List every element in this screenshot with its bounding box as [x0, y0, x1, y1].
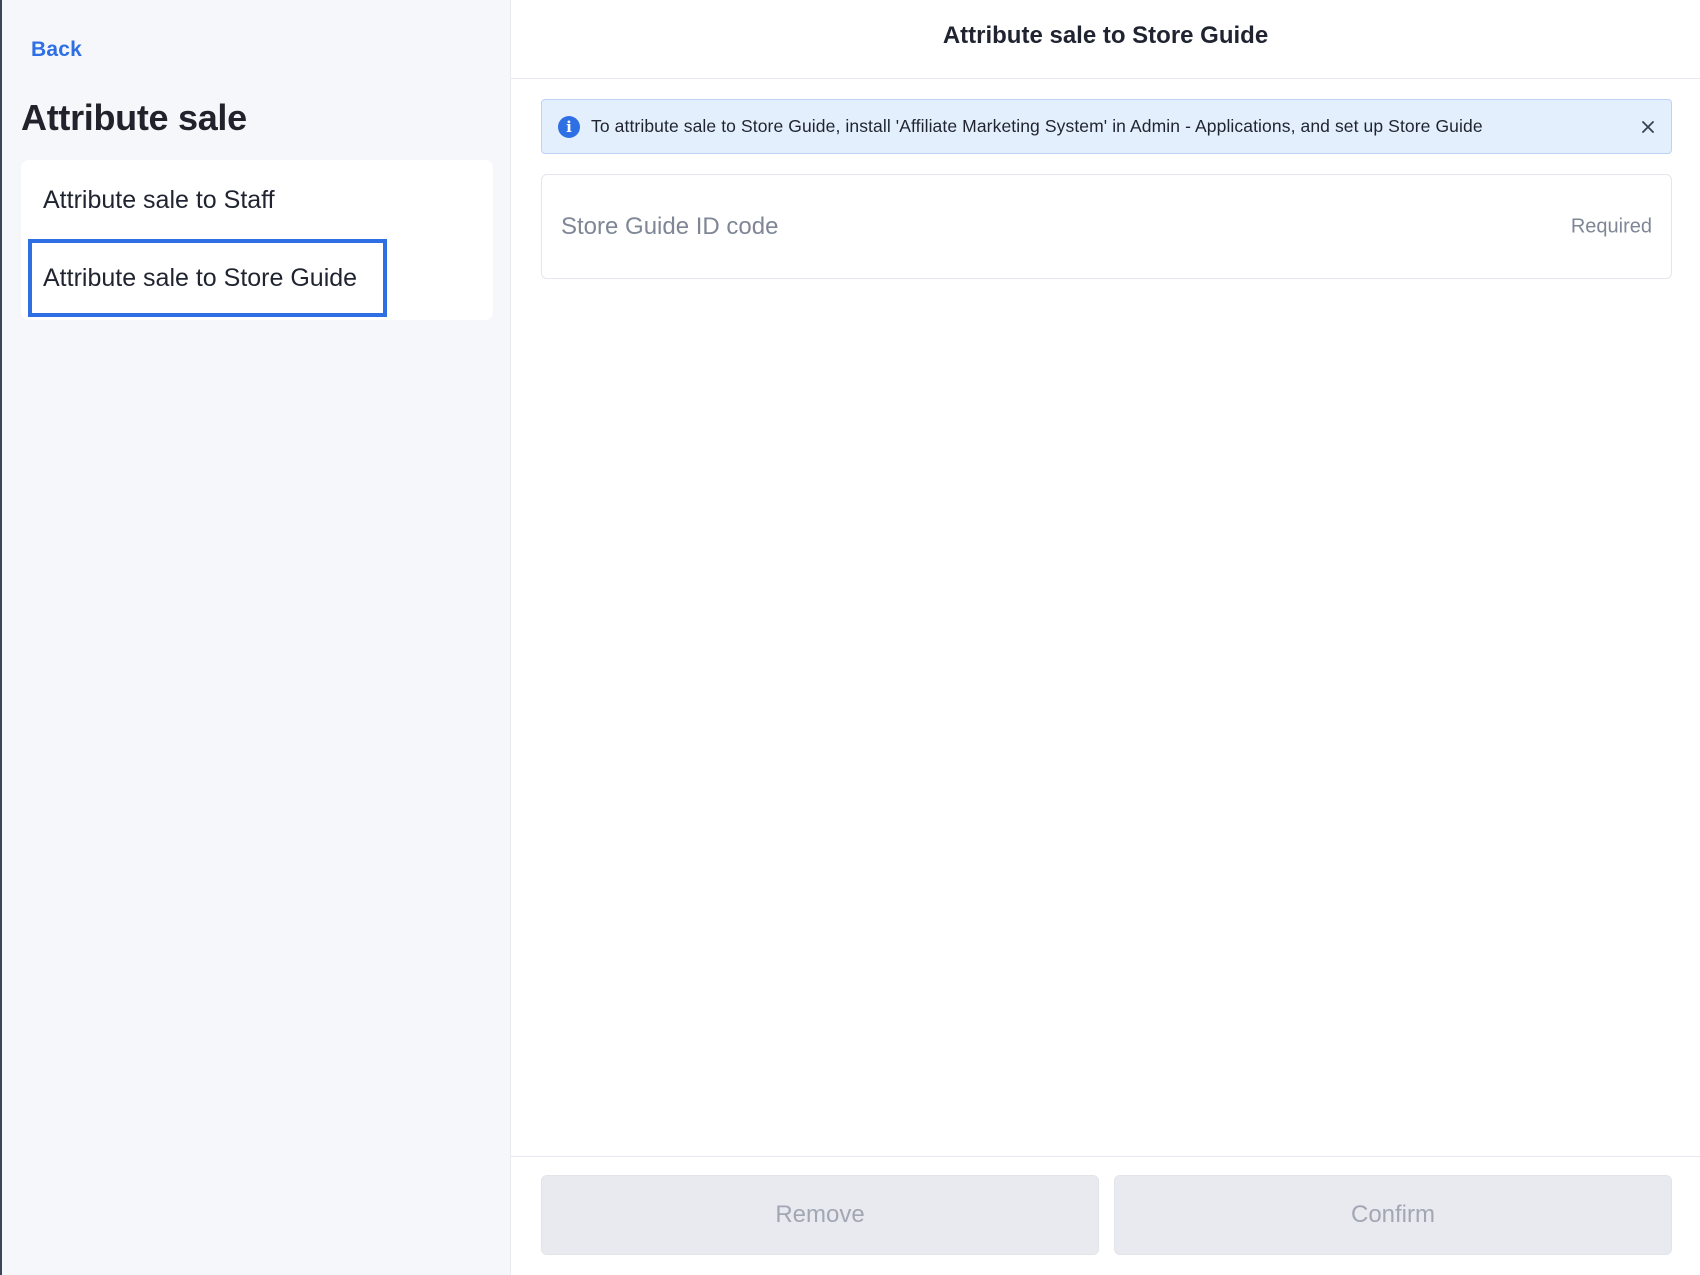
store-guide-id-placeholder: Store Guide ID code — [561, 212, 779, 240]
menu-item-attribute-to-staff[interactable]: Attribute sale to Staff — [28, 161, 488, 239]
back-button[interactable]: Back — [31, 38, 82, 62]
page-title: Attribute sale to Store Guide — [942, 22, 1269, 49]
close-icon[interactable] — [1639, 118, 1657, 136]
menu-item-attribute-to-store-guide[interactable]: Attribute sale to Store Guide — [28, 239, 387, 317]
remove-button[interactable]: Remove — [541, 1175, 1099, 1255]
sidebar: Back Attribute sale Attribute sale to St… — [0, 0, 511, 1275]
main-header: Attribute sale to Store Guide — [511, 0, 1700, 79]
app-window: Back Attribute sale Attribute sale to St… — [0, 0, 1700, 1275]
info-banner: i To attribute sale to Store Guide, inst… — [541, 99, 1672, 154]
sidebar-title: Attribute sale — [21, 97, 247, 138]
menu-item-label: Attribute sale to Staff — [43, 185, 275, 214]
main-panel: Attribute sale to Store Guide i To attri… — [511, 0, 1700, 1275]
menu-item-label: Attribute sale to Store Guide — [43, 263, 358, 292]
store-guide-id-field[interactable]: Store Guide ID code Required — [541, 174, 1672, 279]
action-footer: Remove Confirm — [511, 1156, 1700, 1275]
info-icon: i — [558, 115, 580, 138]
attribution-menu: Attribute sale to Staff Attribute sale t… — [21, 160, 493, 320]
required-label: Required — [1570, 215, 1652, 237]
info-banner-text: To attribute sale to Store Guide, instal… — [591, 116, 1483, 136]
confirm-button[interactable]: Confirm — [1114, 1175, 1672, 1255]
